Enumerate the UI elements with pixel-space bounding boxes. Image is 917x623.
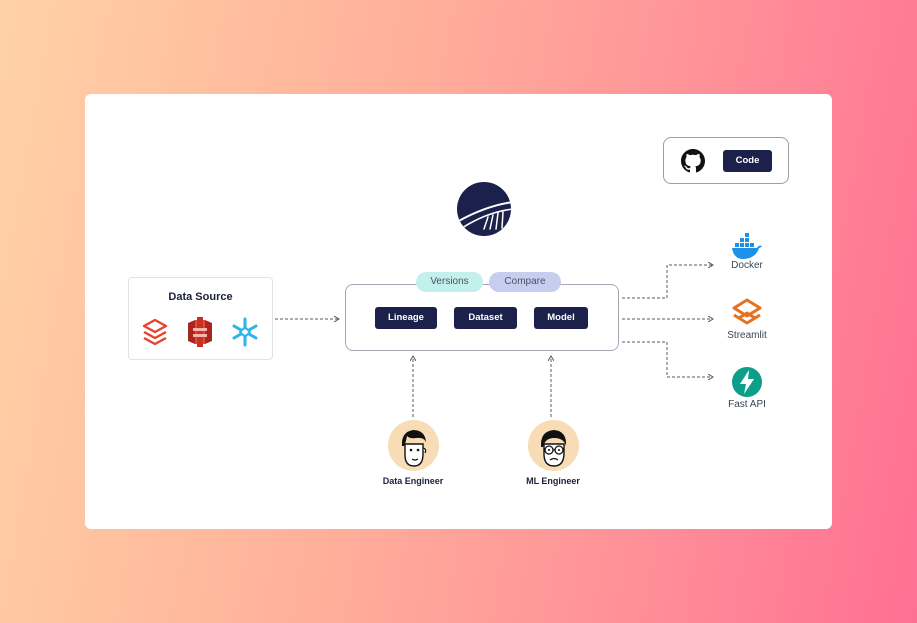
arrow-to-docker <box>622 265 713 299</box>
arrow-to-fastapi <box>622 341 713 377</box>
aws-s3-icon <box>188 317 212 347</box>
data-engineer-avatar <box>388 420 439 471</box>
compare-tag[interactable]: Compare <box>489 272 561 292</box>
fastapi-label: Fast API <box>728 399 766 410</box>
diagram-card: Data Source Versions Compare Lineage Dat… <box>85 94 832 529</box>
streamlit-label: Streamlit <box>727 330 767 341</box>
brand-logo <box>457 182 511 236</box>
code-button[interactable]: Code <box>723 150 772 172</box>
model-button[interactable]: Model <box>534 307 588 329</box>
ml-engineer-avatar <box>528 420 579 471</box>
data-engineer-label: Data Engineer <box>382 476 444 486</box>
data-source-title: Data Source <box>168 291 233 303</box>
code-panel: Code <box>663 137 789 184</box>
docker-label: Docker <box>731 260 763 271</box>
lineage-button[interactable]: Lineage <box>375 307 437 329</box>
data-source-box: Data Source <box>128 277 273 360</box>
dataset-button[interactable]: Dataset <box>454 307 517 329</box>
ml-engineer-label: ML Engineer <box>526 476 580 486</box>
streamlit-icon <box>732 298 762 325</box>
fastapi-icon <box>732 367 762 397</box>
snowflake-icon <box>232 317 258 347</box>
versions-tag[interactable]: Versions <box>416 272 483 292</box>
databricks-icon <box>142 318 168 346</box>
github-icon[interactable] <box>681 149 705 173</box>
